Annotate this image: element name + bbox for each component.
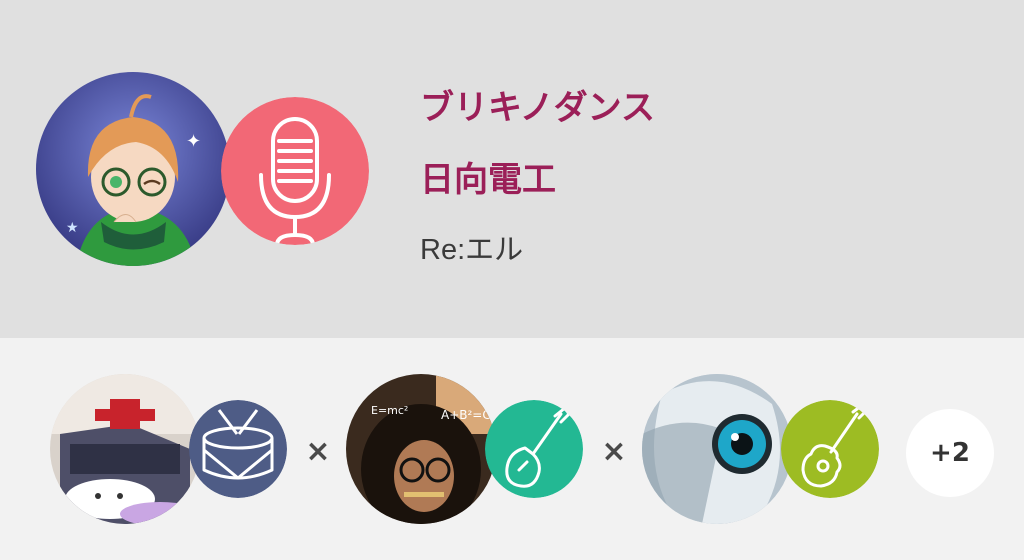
more-members-button[interactable]: +2 <box>906 409 994 497</box>
main-singer-avatar[interactable]: ✦ ★ <box>36 72 230 266</box>
microphone-role-badge <box>221 97 369 245</box>
member-avatar-2[interactable]: A+B²=C² E=mc² <box>346 374 496 524</box>
member-avatar-1[interactable] <box>50 374 200 524</box>
vocal-credit[interactable]: Re:エル <box>420 226 523 268</box>
drum-icon <box>189 400 287 498</box>
member-avatar-3[interactable] <box>642 374 792 524</box>
svg-text:★: ★ <box>66 220 79 236</box>
separator-times-1: × <box>305 434 331 469</box>
drum-role-badge <box>189 400 287 498</box>
song-title[interactable]: ブリキノダンス <box>420 80 655 129</box>
svg-text:E=mc²: E=mc² <box>371 404 408 417</box>
guitar-role-badge-teal <box>485 400 583 498</box>
guitar-icon <box>781 400 879 498</box>
svg-text:✦: ✦ <box>186 131 201 152</box>
guitar-role-badge-lime <box>781 400 879 498</box>
artist-name[interactable]: 日向電工 <box>420 152 556 201</box>
microphone-icon <box>221 97 369 245</box>
separator-times-2: × <box>601 434 627 469</box>
guitar-icon <box>485 400 583 498</box>
